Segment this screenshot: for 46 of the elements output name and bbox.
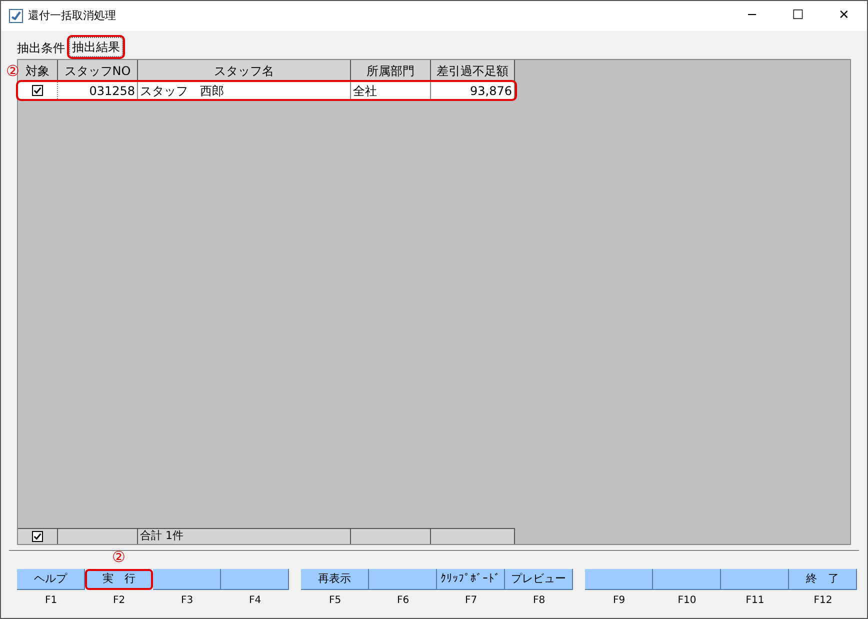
function-key-label: F3 — [180, 594, 194, 608]
column-header[interactable]: スタッフ名 — [138, 60, 351, 82]
app-icon — [9, 9, 23, 23]
function-key-button[interactable]: ヘルプ — [17, 569, 85, 590]
function-key-button[interactable] — [585, 569, 653, 590]
function-key-label: F8 — [532, 594, 546, 608]
column-header[interactable]: 対象 — [18, 60, 58, 82]
column-header[interactable]: 差引過不足額 — [431, 60, 515, 82]
function-key-button[interactable] — [653, 569, 721, 590]
column-header[interactable]: スタッフNO — [58, 60, 138, 82]
table-cell-text: スタッフ 西郎 — [140, 82, 224, 100]
function-key-button[interactable] — [369, 569, 437, 590]
function-key-label: F11 — [746, 594, 764, 608]
function-key-label: F4 — [248, 594, 262, 608]
tab[interactable]: 抽出結果 — [69, 37, 123, 57]
table-cell-text: 93,876 — [470, 82, 512, 100]
function-key-button[interactable]: プレビュー — [505, 569, 573, 590]
function-key-label: F6 — [396, 594, 410, 608]
table-cell-text: 031258 — [89, 82, 135, 100]
function-key-button[interactable]: 実 行 — [85, 569, 153, 590]
function-key-label: F9 — [612, 594, 626, 608]
column-header[interactable]: 所属部門 — [351, 60, 431, 82]
checkbox[interactable] — [32, 531, 43, 542]
table-cell-text: 全社 — [353, 82, 377, 100]
window-title: 還付一括取消処理 — [28, 8, 116, 24]
annotation-marker: ② — [6, 64, 20, 79]
function-key-label: F7 — [464, 594, 478, 608]
maximize-button[interactable]: ☐ — [775, 1, 821, 31]
function-key-button[interactable] — [153, 569, 221, 590]
tab[interactable]: 抽出条件 — [15, 39, 67, 57]
checkbox[interactable] — [32, 85, 43, 96]
close-button[interactable]: ✕ — [821, 1, 867, 31]
function-key-button[interactable] — [221, 569, 289, 590]
function-key-label: F1 — [44, 594, 58, 608]
function-key-label: F2 — [112, 594, 126, 608]
total-label: 合計 1件 — [140, 528, 184, 544]
function-key-button[interactable]: 終 了 — [789, 569, 857, 590]
table-row[interactable]: 031258 スタッフ 西郎 全社 93,876 — [18, 82, 515, 99]
minimize-button[interactable]: ─ — [729, 1, 775, 31]
function-key-label: F5 — [328, 594, 342, 608]
function-key-button[interactable]: 再表示 — [301, 569, 369, 590]
function-key-button[interactable]: ｸﾘｯﾌﾟﾎﾞｰﾄﾞ — [437, 569, 505, 590]
function-key-label: F10 — [678, 594, 696, 608]
function-key-label: F12 — [814, 594, 832, 608]
annotation-marker: ② — [112, 550, 126, 565]
function-key-button[interactable] — [721, 569, 789, 590]
